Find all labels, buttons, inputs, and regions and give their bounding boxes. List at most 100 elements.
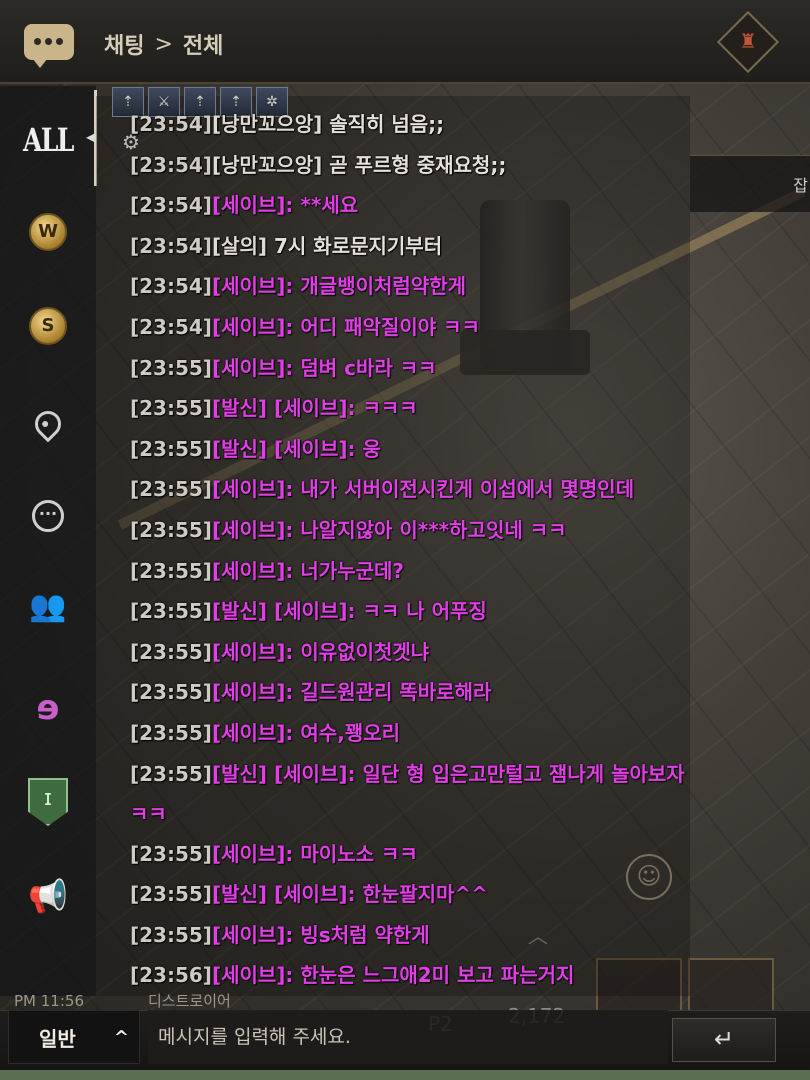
chat-sender[interactable]: [세이브]: (212, 923, 293, 947)
chat-header: 채팅 > 전체 ♜ (0, 0, 810, 84)
breadcrumb-root[interactable]: 채팅 (104, 28, 144, 60)
location-pin-icon (29, 405, 67, 443)
chat-timestamp: [23:54] (130, 314, 212, 339)
chat-text: 7시 화로문지기부터 (267, 233, 443, 258)
sidebar-item-world[interactable]: W (0, 200, 96, 264)
message-input[interactable] (148, 1010, 668, 1064)
sidebar-item-party[interactable]: 👥 (0, 574, 96, 638)
chat-message: [23:55][세이브]: 마이노소 ㅋㅋ (130, 834, 730, 875)
chat-sender[interactable]: [세이브]: (212, 193, 293, 217)
chat-timestamp: [23:54] (130, 152, 212, 177)
chat-message: [23:55][세이브]: 빙s처럼 약한게 (130, 915, 730, 956)
chat-timestamp: [23:55] (130, 882, 212, 907)
sidebar-item-whisper[interactable]: ɘ (0, 676, 96, 740)
chat-message: [23:55][세이브]: 내가 서버이전시킨게 이섭에서 몇명인데 (130, 469, 730, 510)
sidebar-item-megaphone[interactable]: 📢 (0, 864, 96, 928)
breadcrumb-current: 전체 (182, 34, 224, 59)
chat-timestamp: [23:55] (130, 599, 212, 624)
chat-message: [23:54][세이브]: **세요 (130, 185, 730, 226)
chat-message: [23:55][발신] [세이브]: 일단 형 입은고만털고 잼나게 놀아보자ㅋ… (130, 754, 690, 834)
sidebar-item-general[interactable]: ··· (0, 484, 96, 548)
speech-bubble-icon: ··· (32, 500, 64, 532)
chat-sender[interactable]: [낭만꼬으앙] (212, 112, 322, 136)
chat-sender[interactable]: [세이브]: (212, 842, 293, 866)
chat-message: [23:55][세이브]: 덤벼 c바라 ㅋㅋ (130, 348, 730, 389)
chat-timestamp: [23:55] (130, 841, 212, 866)
chat-message: [23:54][낭만꼬으앙] 솔직히 넘음;; (130, 104, 730, 145)
chat-timestamp: [23:55] (130, 517, 212, 542)
sidebar-item-label: ALL (23, 121, 74, 159)
chat-timestamp: [23:55] (130, 761, 212, 786)
chat-bubble-icon (24, 24, 74, 68)
chat-text: 나알지않아 이***하고잇네 ㅋㅋ (293, 517, 567, 542)
world-coin-icon: W (29, 213, 67, 251)
chat-text: 여수,꽹오리 (293, 720, 400, 745)
right-side-tab-label: 잡 (793, 176, 808, 195)
chat-timestamp: [23:54] (130, 112, 212, 136)
chat-sender[interactable]: [세이브]: (212, 963, 293, 987)
send-button[interactable]: ↵ (672, 1018, 776, 1062)
chat-message: [23:55][발신] [세이브]: ㅋㅋㅋ (130, 388, 730, 429)
chat-timestamp: [23:55] (130, 720, 212, 745)
chat-timestamp: [23:55] (130, 680, 212, 705)
chat-sender[interactable]: [세이브]: (212, 315, 293, 339)
chat-text: 곧 푸르형 중재요청;; (322, 152, 507, 177)
megaphone-icon: 📢 (28, 877, 68, 915)
channel-select-button[interactable]: 일반 ^ (8, 1010, 140, 1064)
chat-sender[interactable]: [세이브]: (212, 559, 293, 583)
chat-sender[interactable]: [발신] [세이브]: (212, 762, 356, 786)
chat-timestamp: [23:55] (130, 355, 212, 380)
chat-text: 웅 (355, 436, 381, 461)
chat-message: [23:54][살의] 7시 화로문지기부터 (130, 226, 730, 267)
chat-text: 이유없이첫겟냐 (293, 639, 430, 664)
chat-timestamp: [23:55] (130, 477, 212, 502)
chat-text: 마이노소 ㅋㅋ (293, 841, 418, 866)
chat-sender[interactable]: [세이브]: (212, 518, 293, 542)
chat-text: ㅋㅋ 나 어푸징 (355, 599, 487, 624)
bell-icon: ♜ (739, 29, 757, 53)
chat-message: [23:55][세이브]: 나알지않아 이***하고잇네 ㅋㅋ (130, 510, 730, 551)
chat-timestamp: [23:55] (130, 639, 212, 664)
chat-timestamp: [23:56] (130, 963, 212, 988)
sidebar-item-all[interactable]: ALL (0, 108, 96, 172)
chat-timestamp: [23:55] (130, 558, 212, 583)
chat-sender[interactable]: [낭만꼬으앙] (212, 153, 322, 177)
sidebar-item-guild[interactable]: ɪ (0, 770, 96, 834)
chat-message: [23:55][발신] [세이브]: 한눈팔지마^^ (130, 874, 730, 915)
chat-text: 빙s처럼 약한게 (293, 922, 430, 947)
chat-message: [23:55][세이브]: 너가누군데? (130, 551, 730, 592)
chat-sender[interactable]: [발신] [세이브]: (212, 599, 356, 623)
chat-sender[interactable]: [세이브]: (212, 356, 293, 380)
chat-message: [23:55][세이브]: 이유없이첫겟냐 (130, 632, 730, 673)
chat-sender[interactable]: [발신] [세이브]: (212, 437, 356, 461)
sidebar-item-server[interactable]: S (0, 294, 96, 358)
chat-sender[interactable]: [살의] (212, 234, 267, 258)
chat-message: [23:55][발신] [세이브]: 웅 (130, 429, 730, 470)
chat-text: **세요 (293, 193, 359, 218)
sidebar-item-location[interactable] (0, 392, 96, 456)
chat-sender[interactable]: [세이브]: (212, 680, 293, 704)
chat-sender[interactable]: [세이브]: (212, 274, 293, 298)
chat-timestamp: [23:55] (130, 436, 212, 461)
chat-message: [23:55][세이브]: 여수,꽹오리 (130, 713, 730, 754)
chat-log[interactable]: [23:54][낭만꼬으앙] 솔직히 넘음;; [23:54][낭만꼬으앙] 곧 … (130, 104, 730, 996)
chat-sender[interactable]: [발신] [세이브]: (212, 396, 356, 420)
whisper-ear-icon: ɘ (36, 688, 60, 728)
chat-message: [23:54][세이브]: 개글뱅이처럼약한게 (130, 266, 730, 307)
chat-text: 한눈은 느그애2미 보고 파는거지 (293, 963, 575, 988)
target-name-text: 디스트로이어 (148, 992, 231, 1010)
chat-text: 어디 패악질이야 ㅋㅋ (293, 314, 480, 339)
chat-sender[interactable]: [세이브]: (212, 721, 293, 745)
chevron-up-icon: ^ (113, 1026, 129, 1048)
chat-text: 너가누군데? (293, 558, 405, 583)
chat-sender[interactable]: [세이브]: (212, 477, 293, 501)
chat-timestamp: [23:55] (130, 922, 212, 947)
bottom-status-strip (0, 1070, 810, 1080)
party-people-icon: 👥 (29, 588, 67, 624)
clock-text: PM 11:56 (14, 992, 84, 1010)
chat-message: [23:54][세이브]: 어디 패악질이야 ㅋㅋ (130, 307, 730, 348)
chat-sender[interactable]: [세이브]: (212, 640, 293, 664)
chat-sender[interactable]: [발신] [세이브]: (212, 882, 356, 906)
chat-timestamp: [23:54] (130, 193, 212, 218)
chat-text: 한눈팔지마^^ (355, 882, 488, 907)
